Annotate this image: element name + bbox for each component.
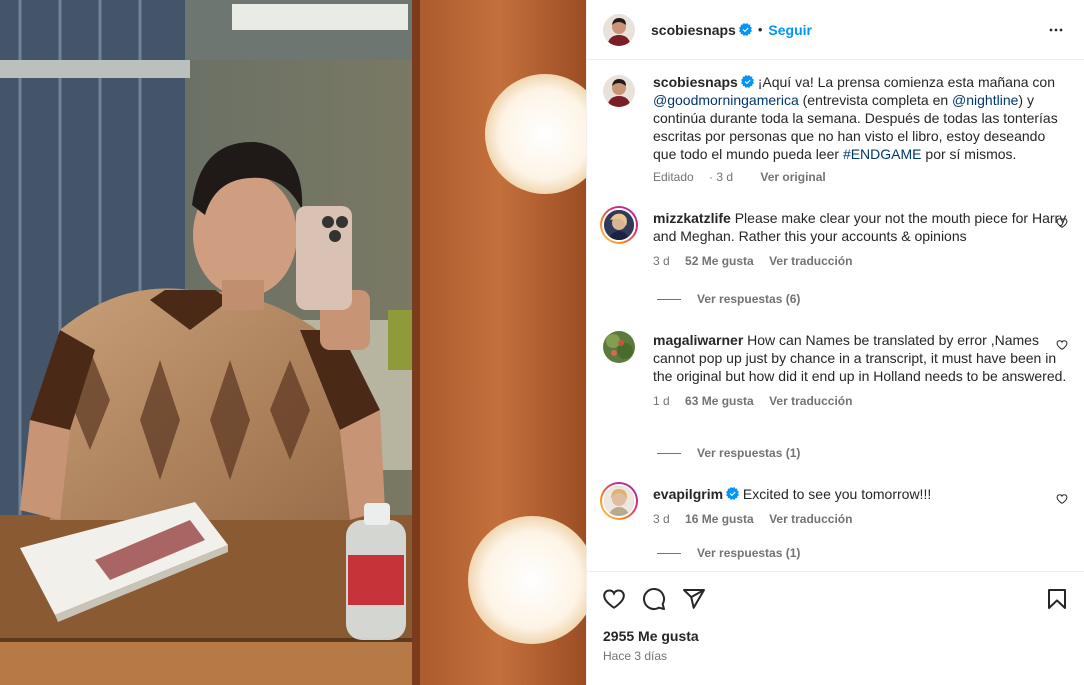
comment-button[interactable] (639, 584, 669, 614)
like-button[interactable] (599, 584, 629, 614)
comment: magaliwarner How can Names be translated… (603, 331, 1068, 409)
verified-icon (726, 487, 740, 500)
likes-count[interactable]: 2955 Me gusta (603, 628, 699, 644)
author-username[interactable]: scobiesnaps (651, 22, 736, 38)
view-replies-button[interactable]: Ver respuestas (1) (657, 546, 800, 560)
commenter-avatar[interactable] (603, 331, 635, 363)
comment-username[interactable]: mizzkatzlife (653, 210, 731, 226)
caption-username[interactable]: scobiesnaps (653, 74, 738, 90)
action-icons (599, 584, 1072, 614)
follow-button[interactable]: Seguir (768, 22, 812, 38)
heart-icon (603, 589, 625, 609)
more-options-button[interactable] (1044, 18, 1068, 42)
save-button[interactable] (1042, 584, 1072, 614)
post-photo[interactable] (0, 0, 586, 685)
view-replies-button[interactable]: Ver respuestas (6) (657, 292, 800, 306)
comment-icon (643, 588, 666, 610)
comment-meta: 1 d 63 Me gusta Ver traducción (653, 393, 1068, 409)
commenter-avatar[interactable] (600, 482, 638, 520)
instagram-post: scobiesnaps • Seguir scobiesnaps ¡Aquí v… (0, 0, 1084, 685)
verified-icon (738, 23, 752, 36)
post-actions: 2955 Me gusta Hace 3 días (587, 571, 1084, 685)
translate-button[interactable]: Ver traducción (769, 254, 852, 268)
see-original-button[interactable]: Ver original (760, 170, 825, 184)
caption: scobiesnaps ¡Aquí va! La prensa comienza… (603, 74, 1068, 185)
comment-like-icon[interactable] (1056, 339, 1068, 351)
save-icon (1048, 589, 1066, 609)
comment-username[interactable]: evapilgrim (653, 486, 723, 502)
comment-likes[interactable]: 16 Me gusta (685, 512, 754, 526)
mention-goodmorningamerica[interactable]: @goodmorningamerica (653, 92, 799, 108)
comment-like-icon[interactable] (1056, 217, 1068, 229)
translate-button[interactable]: Ver traducción (769, 512, 852, 526)
post-panel: scobiesnaps • Seguir scobiesnaps ¡Aquí v… (586, 0, 1084, 685)
comment-meta: 3 d 52 Me gusta Ver traducción (653, 253, 1068, 269)
verified-icon (740, 75, 754, 88)
post-header: scobiesnaps • Seguir (587, 0, 1084, 60)
caption-text-2: (entrevista completa en (798, 92, 953, 108)
comment-text: Excited to see you tomorrow!!! (742, 486, 932, 502)
mention-nightline[interactable]: @nightline (952, 92, 1018, 108)
edited-label: Editado · 3 d (653, 170, 734, 184)
comment-time: 3 d (653, 512, 670, 526)
caption-text-1: ¡Aquí va! La prensa comienza esta mañana… (757, 74, 1056, 90)
replies-line (657, 452, 681, 454)
caption-text-4: por sí mismos. (921, 146, 1017, 162)
comment: mizzkatzlife Please make clear your not … (600, 206, 1068, 269)
share-icon (683, 589, 705, 609)
photo-image (0, 0, 586, 685)
comment-time: 3 d (653, 254, 670, 268)
post-time: Hace 3 días (603, 649, 668, 663)
comment: evapilgrim Excited to see you tomorrow!!… (600, 482, 1068, 527)
comment-time: 1 d (653, 394, 670, 408)
comment-likes[interactable]: 52 Me gusta (685, 254, 754, 268)
replies-line (657, 298, 681, 300)
commenter-avatar[interactable] (600, 206, 638, 244)
comment-username[interactable]: magaliwarner (653, 332, 743, 348)
header-separator: • (757, 22, 763, 37)
translate-button[interactable]: Ver traducción (769, 394, 852, 408)
caption-meta: Editado · 3 d Ver original (653, 169, 1068, 185)
view-replies-button[interactable]: Ver respuestas (1) (657, 446, 800, 460)
comments-list[interactable]: scobiesnaps ¡Aquí va! La prensa comienza… (587, 60, 1084, 571)
replies-line (657, 552, 681, 554)
caption-avatar[interactable] (603, 75, 635, 107)
more-icon (1049, 28, 1063, 31)
comment-meta: 3 d 16 Me gusta Ver traducción (653, 511, 1068, 527)
comment-likes[interactable]: 63 Me gusta (685, 394, 754, 408)
author-avatar[interactable] (603, 13, 635, 46)
share-button[interactable] (679, 584, 709, 614)
hashtag-endgame[interactable]: #ENDGAME (843, 146, 922, 162)
comment-like-icon[interactable] (1056, 493, 1068, 505)
